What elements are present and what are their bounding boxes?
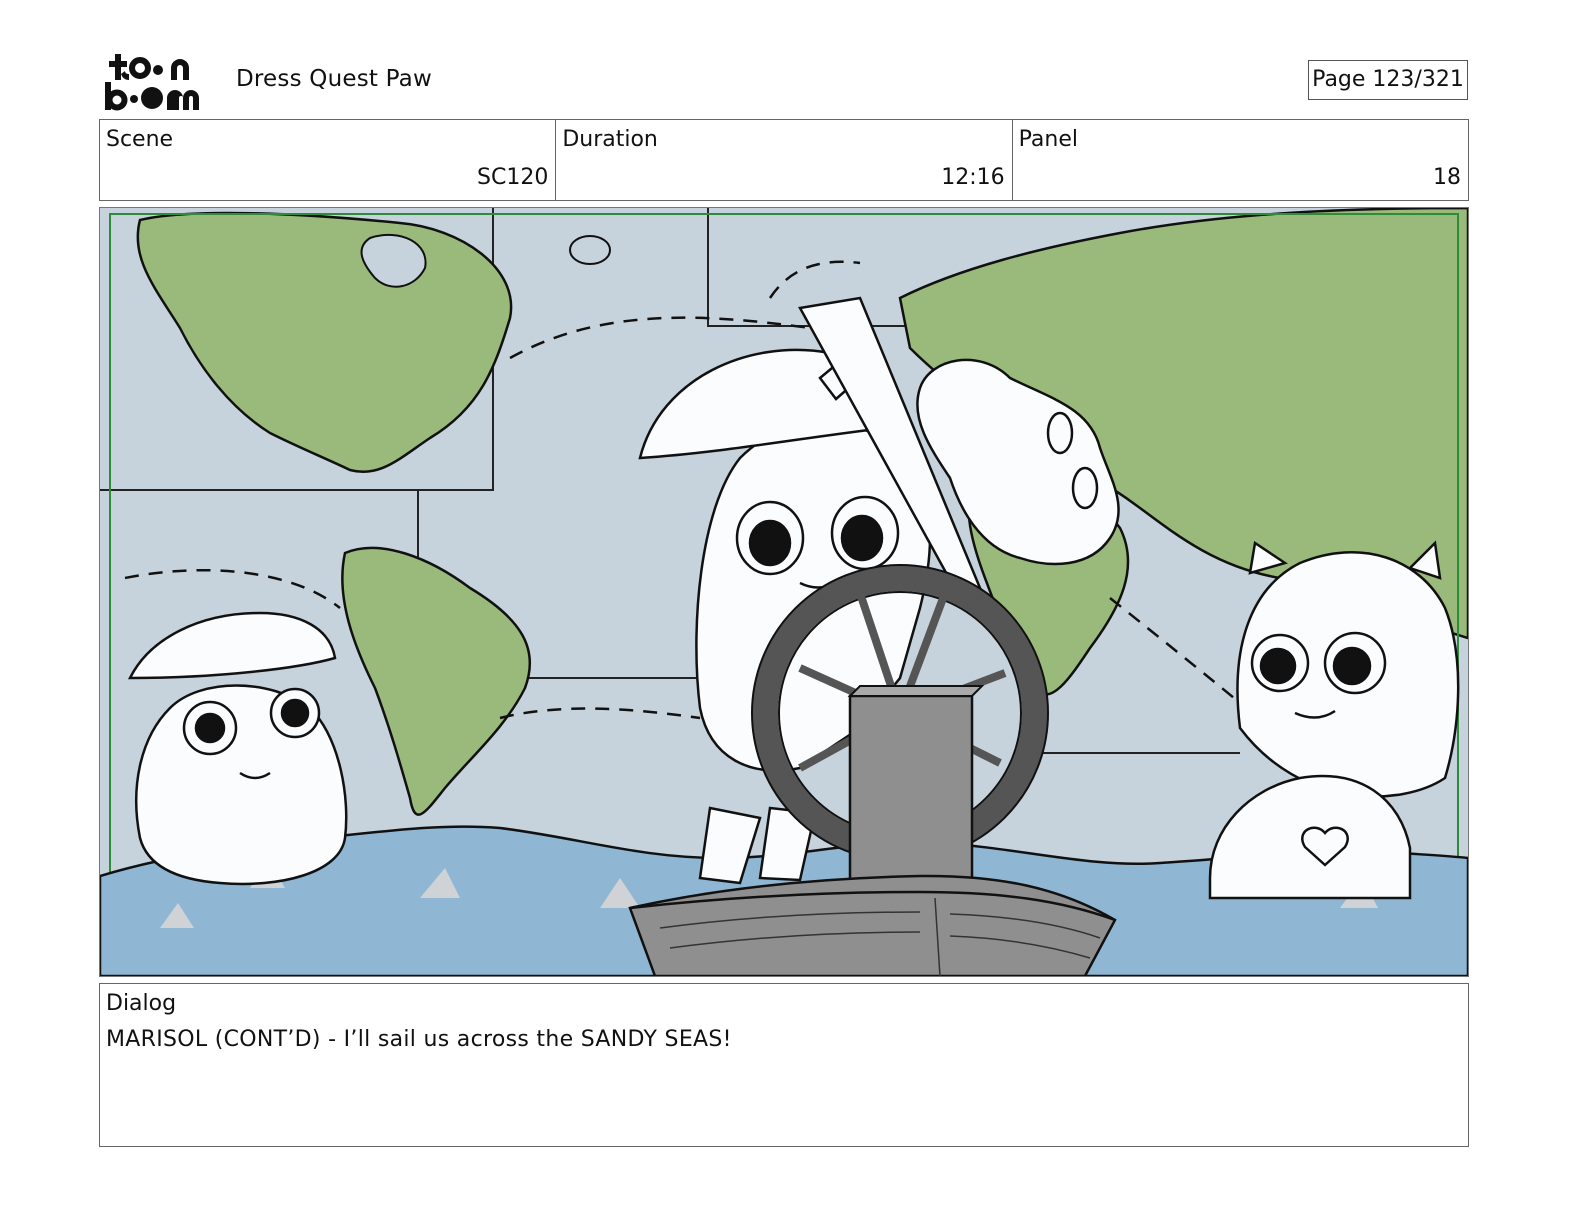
dialog-text: MARISOL (CONT’D) - I’ll sail us across t… [106, 1027, 732, 1052]
scene-cell: Scene SC120 [100, 120, 557, 200]
wheel-post [848, 694, 974, 888]
left-character [127, 611, 348, 886]
panel-drawing [100, 208, 1468, 976]
dialog-label: Dialog [106, 991, 177, 1016]
project-title: Dress Quest Paw [236, 66, 432, 92]
duration-cell: Duration 12:16 [556, 120, 1013, 200]
scene-value: SC120 [477, 165, 549, 190]
panel-info-table: Scene SC120 Duration 12:16 Panel 18 [99, 119, 1469, 201]
duration-value: 12:16 [941, 165, 1005, 190]
toon-boom-logo [105, 54, 199, 111]
storyboard-panel-image [99, 207, 1469, 977]
duration-label: Duration [562, 127, 658, 152]
dialog-box: Dialog MARISOL (CONT’D) - I’ll sail us a… [99, 983, 1469, 1147]
page-indicator: Page 123/321 [1308, 60, 1468, 100]
panel-cell: Panel 18 [1013, 120, 1468, 200]
panel-label: Panel [1018, 127, 1079, 152]
scene-label: Scene [106, 127, 174, 152]
panel-value: 18 [1432, 165, 1461, 190]
